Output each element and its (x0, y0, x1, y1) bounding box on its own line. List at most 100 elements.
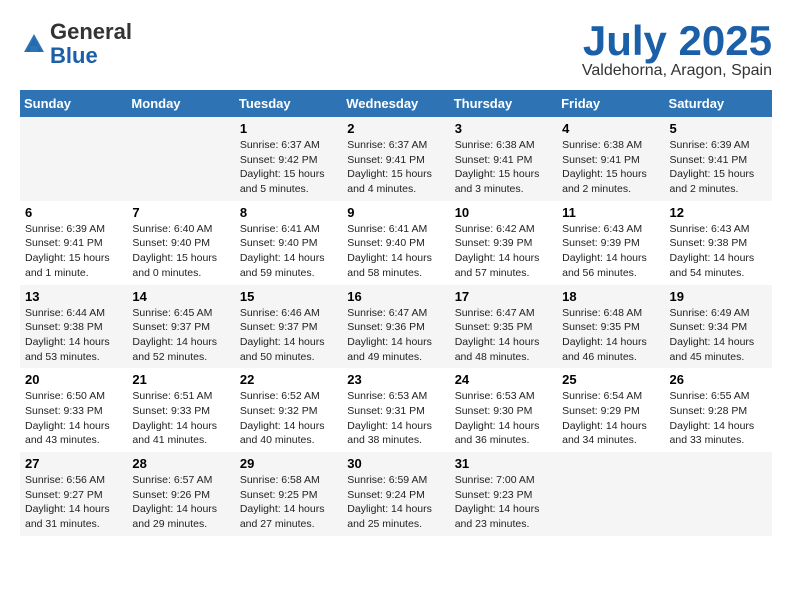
day-info: Sunrise: 6:47 AMSunset: 9:36 PMDaylight:… (347, 306, 444, 365)
calendar-week-row: 20 Sunrise: 6:50 AMSunset: 9:33 PMDayligh… (20, 368, 772, 452)
day-info: Sunrise: 6:53 AMSunset: 9:31 PMDaylight:… (347, 389, 444, 448)
day-info: Sunrise: 6:47 AMSunset: 9:35 PMDaylight:… (455, 306, 552, 365)
day-number: 4 (562, 121, 659, 136)
day-number: 1 (240, 121, 337, 136)
day-number: 23 (347, 372, 444, 387)
day-info: Sunrise: 6:38 AMSunset: 9:41 PMDaylight:… (562, 138, 659, 197)
day-info: Sunrise: 6:41 AMSunset: 9:40 PMDaylight:… (347, 222, 444, 281)
day-number: 7 (132, 205, 229, 220)
day-number: 31 (455, 456, 552, 471)
day-info: Sunrise: 6:39 AMSunset: 9:41 PMDaylight:… (670, 138, 767, 197)
logo-general-text: General (50, 19, 132, 44)
day-info: Sunrise: 6:44 AMSunset: 9:38 PMDaylight:… (25, 306, 122, 365)
day-number: 5 (670, 121, 767, 136)
calendar-cell: 23 Sunrise: 6:53 AMSunset: 9:31 PMDayligh… (342, 368, 449, 452)
calendar-cell (127, 117, 234, 201)
day-info: Sunrise: 6:55 AMSunset: 9:28 PMDaylight:… (670, 389, 767, 448)
calendar-cell: 1 Sunrise: 6:37 AMSunset: 9:42 PMDaylight… (235, 117, 342, 201)
logo-text: General Blue (50, 20, 132, 68)
day-info: Sunrise: 6:42 AMSunset: 9:39 PMDaylight:… (455, 222, 552, 281)
weekday-header: Friday (557, 90, 664, 117)
day-number: 21 (132, 372, 229, 387)
day-number: 29 (240, 456, 337, 471)
calendar-cell: 22 Sunrise: 6:52 AMSunset: 9:32 PMDayligh… (235, 368, 342, 452)
day-number: 10 (455, 205, 552, 220)
day-info: Sunrise: 6:53 AMSunset: 9:30 PMDaylight:… (455, 389, 552, 448)
day-number: 28 (132, 456, 229, 471)
calendar-cell: 21 Sunrise: 6:51 AMSunset: 9:33 PMDayligh… (127, 368, 234, 452)
day-info: Sunrise: 6:46 AMSunset: 9:37 PMDaylight:… (240, 306, 337, 365)
calendar-cell: 31 Sunrise: 7:00 AMSunset: 9:23 PMDayligh… (450, 452, 557, 536)
day-number: 20 (25, 372, 122, 387)
day-number: 27 (25, 456, 122, 471)
day-info: Sunrise: 6:37 AMSunset: 9:42 PMDaylight:… (240, 138, 337, 197)
day-info: Sunrise: 6:48 AMSunset: 9:35 PMDaylight:… (562, 306, 659, 365)
calendar-cell: 29 Sunrise: 6:58 AMSunset: 9:25 PMDayligh… (235, 452, 342, 536)
calendar-cell (557, 452, 664, 536)
day-number: 22 (240, 372, 337, 387)
calendar-cell: 27 Sunrise: 6:56 AMSunset: 9:27 PMDayligh… (20, 452, 127, 536)
day-info: Sunrise: 6:51 AMSunset: 9:33 PMDaylight:… (132, 389, 229, 448)
day-info: Sunrise: 6:52 AMSunset: 9:32 PMDaylight:… (240, 389, 337, 448)
day-number: 25 (562, 372, 659, 387)
day-number: 13 (25, 289, 122, 304)
calendar-cell: 6 Sunrise: 6:39 AMSunset: 9:41 PMDaylight… (20, 201, 127, 285)
day-info: Sunrise: 6:37 AMSunset: 9:41 PMDaylight:… (347, 138, 444, 197)
day-info: Sunrise: 6:50 AMSunset: 9:33 PMDaylight:… (25, 389, 122, 448)
day-number: 30 (347, 456, 444, 471)
day-info: Sunrise: 6:49 AMSunset: 9:34 PMDaylight:… (670, 306, 767, 365)
day-info: Sunrise: 6:57 AMSunset: 9:26 PMDaylight:… (132, 473, 229, 532)
calendar-cell: 11 Sunrise: 6:43 AMSunset: 9:39 PMDayligh… (557, 201, 664, 285)
day-info: Sunrise: 6:39 AMSunset: 9:41 PMDaylight:… (25, 222, 122, 281)
day-number: 3 (455, 121, 552, 136)
calendar-cell: 20 Sunrise: 6:50 AMSunset: 9:33 PMDayligh… (20, 368, 127, 452)
calendar-cell: 9 Sunrise: 6:41 AMSunset: 9:40 PMDaylight… (342, 201, 449, 285)
day-info: Sunrise: 6:43 AMSunset: 9:38 PMDaylight:… (670, 222, 767, 281)
calendar-table: SundayMondayTuesdayWednesdayThursdayFrid… (20, 90, 772, 536)
calendar-week-row: 6 Sunrise: 6:39 AMSunset: 9:41 PMDaylight… (20, 201, 772, 285)
calendar-cell: 13 Sunrise: 6:44 AMSunset: 9:38 PMDayligh… (20, 285, 127, 369)
calendar-cell (20, 117, 127, 201)
day-number: 24 (455, 372, 552, 387)
calendar-cell: 5 Sunrise: 6:39 AMSunset: 9:41 PMDaylight… (665, 117, 772, 201)
day-number: 9 (347, 205, 444, 220)
calendar-cell: 8Sunrise: 6:41 AMSunset: 9:40 PMDaylight… (235, 201, 342, 285)
day-info: Sunrise: 6:38 AMSunset: 9:41 PMDaylight:… (455, 138, 552, 197)
calendar-cell: 10 Sunrise: 6:42 AMSunset: 9:39 PMDayligh… (450, 201, 557, 285)
calendar-cell: 3 Sunrise: 6:38 AMSunset: 9:41 PMDaylight… (450, 117, 557, 201)
calendar-cell: 14Sunrise: 6:45 AMSunset: 9:37 PMDayligh… (127, 285, 234, 369)
day-info: Sunrise: 6:43 AMSunset: 9:39 PMDaylight:… (562, 222, 659, 281)
calendar-cell: 26Sunrise: 6:55 AMSunset: 9:28 PMDayligh… (665, 368, 772, 452)
calendar-cell (665, 452, 772, 536)
day-info: Sunrise: 6:58 AMSunset: 9:25 PMDaylight:… (240, 473, 337, 532)
day-number: 15 (240, 289, 337, 304)
calendar-week-row: 1 Sunrise: 6:37 AMSunset: 9:42 PMDaylight… (20, 117, 772, 201)
page-header: General Blue July 2025 Valdehorna, Arago… (20, 20, 772, 80)
weekday-header: Thursday (450, 90, 557, 117)
calendar-cell: 12 Sunrise: 6:43 AMSunset: 9:38 PMDayligh… (665, 201, 772, 285)
day-number: 12 (670, 205, 767, 220)
day-info: Sunrise: 6:56 AMSunset: 9:27 PMDaylight:… (25, 473, 122, 532)
calendar-cell: 4 Sunrise: 6:38 AMSunset: 9:41 PMDaylight… (557, 117, 664, 201)
day-number: 6 (25, 205, 122, 220)
calendar-cell: 15 Sunrise: 6:46 AMSunset: 9:37 PMDayligh… (235, 285, 342, 369)
day-info: Sunrise: 6:59 AMSunset: 9:24 PMDaylight:… (347, 473, 444, 532)
logo-blue-text: Blue (50, 43, 98, 68)
calendar-cell: 28 Sunrise: 6:57 AMSunset: 9:26 PMDayligh… (127, 452, 234, 536)
weekday-header: Wednesday (342, 90, 449, 117)
logo-icon (20, 30, 48, 58)
day-info: Sunrise: 7:00 AMSunset: 9:23 PMDaylight:… (455, 473, 552, 532)
calendar-cell: 30 Sunrise: 6:59 AMSunset: 9:24 PMDayligh… (342, 452, 449, 536)
day-number: 16 (347, 289, 444, 304)
weekday-header: Monday (127, 90, 234, 117)
day-number: 17 (455, 289, 552, 304)
day-info: Sunrise: 6:41 AMSunset: 9:40 PMDaylight:… (240, 222, 337, 281)
day-info: Sunrise: 6:45 AMSunset: 9:37 PMDaylight:… (132, 306, 229, 365)
day-number: 18 (562, 289, 659, 304)
weekday-header: Saturday (665, 90, 772, 117)
weekday-header: Tuesday (235, 90, 342, 117)
day-number: 11 (562, 205, 659, 220)
day-info: Sunrise: 6:40 AMSunset: 9:40 PMDaylight:… (132, 222, 229, 281)
calendar-week-row: 27 Sunrise: 6:56 AMSunset: 9:27 PMDayligh… (20, 452, 772, 536)
day-number: 2 (347, 121, 444, 136)
